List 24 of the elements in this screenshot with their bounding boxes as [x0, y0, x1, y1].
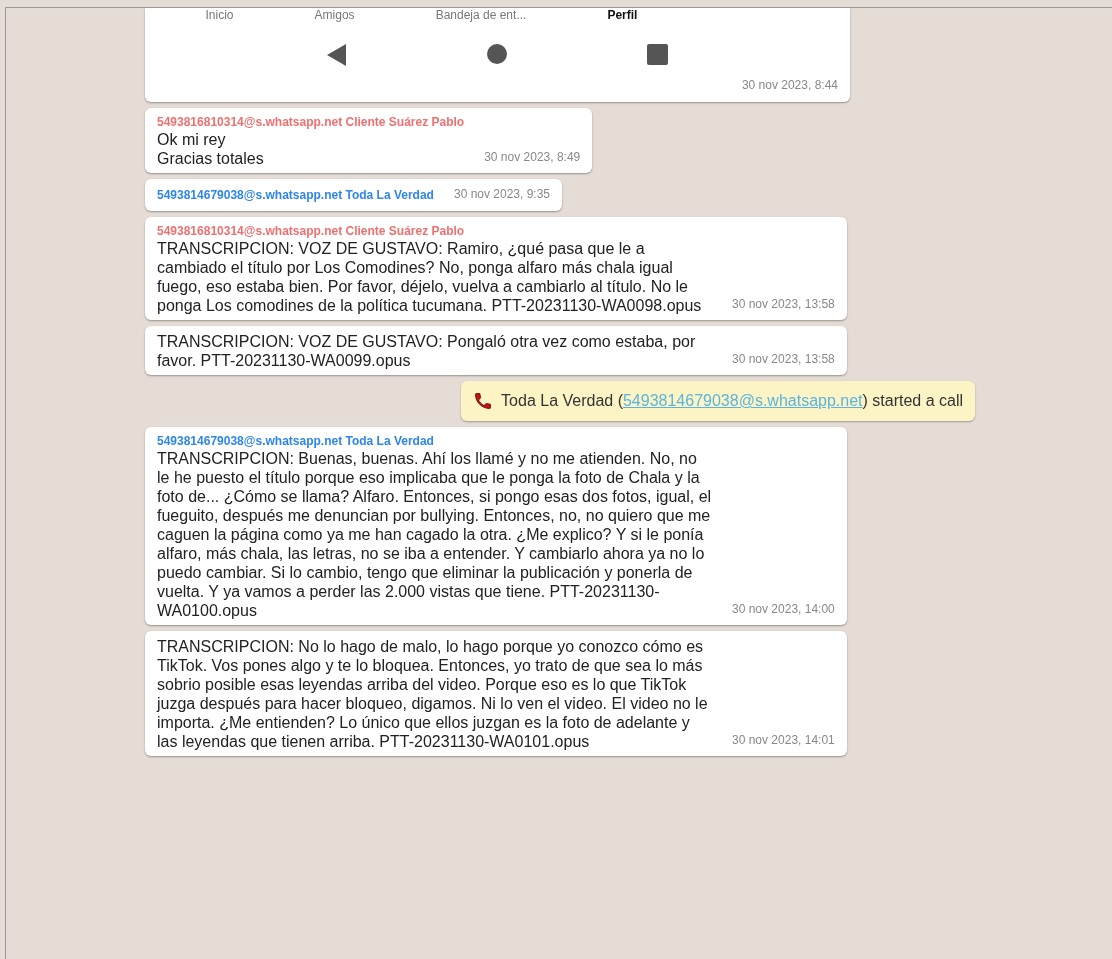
message-time: 30 nov 2023, 13:58 — [732, 351, 835, 368]
phone-icon — [473, 391, 494, 411]
message-text: TRANSCRIPCION: No lo hago de malo, lo hago porque yo conozco cómo es TikTok. Vos pones algo y te lo bloquea. Entonces, yo trato de que sea lo más sobrio posible esas leyendas arriba del video. Porque eso es lo que TikTok juzga después para hacer bloqueo, digamos. Ni lo ven el video. El video no le importa. ¿Me entienden? Lo único que ellos juzgan es la foto de adelante y las leyendas que tienen arriba. PTT-20231130-WA0101.opus — [157, 637, 709, 751]
sender-name: 5493816810314@s.whatsapp.net Cliente Suárez Pablo — [157, 114, 465, 130]
nav-tab[interactable]: Perfil — [607, 8, 638, 22]
nav-tab[interactable]: Inicio — [205, 8, 234, 22]
nav-tab[interactable]: Bandeja de ent... — [435, 8, 527, 22]
back-icon[interactable] — [327, 44, 347, 66]
message-time: 30 nov 2023, 8:49 — [484, 149, 581, 166]
message-time: 30 nov 2023, 14:01 — [732, 732, 835, 749]
message-text: Ok mi rey Gracias totales — [157, 130, 264, 168]
nav-tab[interactable]: Amigos — [314, 8, 355, 22]
sender-name: 5493814679038@s.whatsapp.net Toda La Verdad — [157, 433, 435, 449]
message-text: TRANSCRIPCION: VOZ DE GUSTAVO: Ramiro, ¿qué pasa que le a cambiado el título por Los Comodines? No, ponga alfaro más chala igual fuego, eso estaba bien. Por favor, déjelo, vuelva a cambiarlo al título. No le ponga Los comodines de la política tucumana. PTT-20231130-WA0098.opus — [157, 239, 703, 315]
message-time: 30 nov 2023, 13:58 — [732, 296, 835, 313]
sender-name: 5493814679038@s.whatsapp.net Toda La Verdad — [157, 187, 434, 203]
message-text: TRANSCRIPCION: Buenas, buenas. Ahí los llamé y no me atienden. No, no le he puesto el título porque eso implicaba que le ponga la foto de Chala y la foto de... ¿Cómo se llama? Alfaro. Entonces, si pongo esas dos fotos, igual, el fueguito, después me denuncian por bullying. Entonces, no, no quiero que me caguen la página como ya me han cagado la otra. ¿Me explico? Y si le ponía alfaro, más chala, las letras, no se iba a entender. Y cambiarlo ahora ya no lo puedo cambiar. Si lo cambio, tengo que eliminar la publicación y ponerla de vuelta. Y ya vamos a perder las 2.000 vistas que tiene. PTT-20231130-WA0100.opus — [157, 449, 712, 620]
home-icon[interactable] — [487, 44, 507, 64]
message-time: 30 nov 2023, 8:44 — [741, 77, 838, 94]
message-time: 30 nov 2023, 14:00 — [732, 601, 835, 618]
call-notice-text: Toda La Verdad (5493814679038@s.whatsapp.net) started a call — [501, 391, 963, 411]
message-time: 30 nov 2023, 9:35 — [453, 186, 551, 203]
sender-name: 5493816810314@s.whatsapp.net Cliente Suárez Pablo — [157, 223, 466, 239]
message-text: TRANSCRIPCION: VOZ DE GUSTAVO: Pongaló otra vez como estaba, por favor. PTT-20231130-WA0099.opus — [157, 332, 697, 370]
